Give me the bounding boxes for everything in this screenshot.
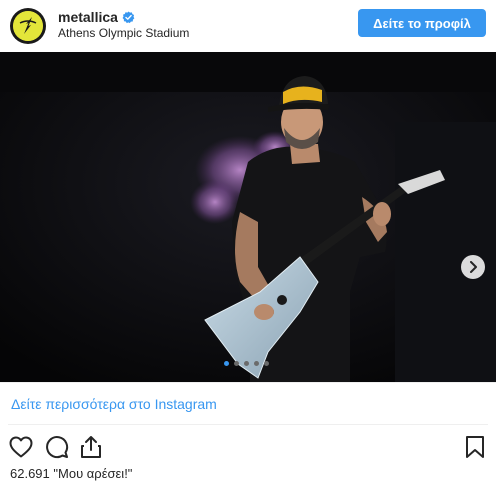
likes-count[interactable]: 62.691 "Μου αρέσει!" [10, 466, 132, 481]
chevron-right-icon [470, 261, 477, 273]
concert-photo-image [0, 52, 496, 382]
carousel-dot [244, 361, 249, 366]
like-button[interactable] [8, 434, 34, 460]
verified-badge-icon [122, 10, 135, 23]
carousel-indicator [224, 361, 269, 366]
username-text[interactable]: metallica [58, 9, 118, 25]
divider [0, 382, 496, 383]
post-header: metallica Athens Olympic Stadium Δείτε τ… [0, 0, 496, 52]
carousel-dot-active [224, 361, 229, 366]
divider [8, 424, 488, 425]
heart-icon [9, 436, 33, 458]
carousel-dot [254, 361, 259, 366]
comment-icon [46, 436, 69, 459]
post-photo[interactable] [0, 52, 496, 382]
share-button[interactable] [78, 434, 104, 460]
avatar[interactable] [10, 8, 46, 44]
bookmark-icon [466, 436, 484, 458]
view-more-on-instagram-link[interactable]: Δείτε περισσότερα στο Instagram [11, 396, 217, 412]
view-profile-button[interactable]: Δείτε το προφίλ [358, 9, 486, 37]
instagram-embed: metallica Athens Olympic Stadium Δείτε τ… [0, 0, 496, 484]
metallica-logo-icon [13, 11, 43, 41]
comment-button[interactable] [44, 434, 70, 460]
next-slide-button[interactable] [461, 255, 485, 279]
likes-label: "Μου αρέσει!" [53, 466, 133, 481]
username[interactable]: metallica [58, 9, 135, 25]
carousel-dot [234, 361, 239, 366]
location-link[interactable]: Athens Olympic Stadium [58, 26, 189, 40]
carousel-dot [264, 361, 269, 366]
share-icon [81, 436, 101, 458]
save-button[interactable] [462, 434, 488, 460]
likes-number: 62.691 [10, 466, 50, 481]
